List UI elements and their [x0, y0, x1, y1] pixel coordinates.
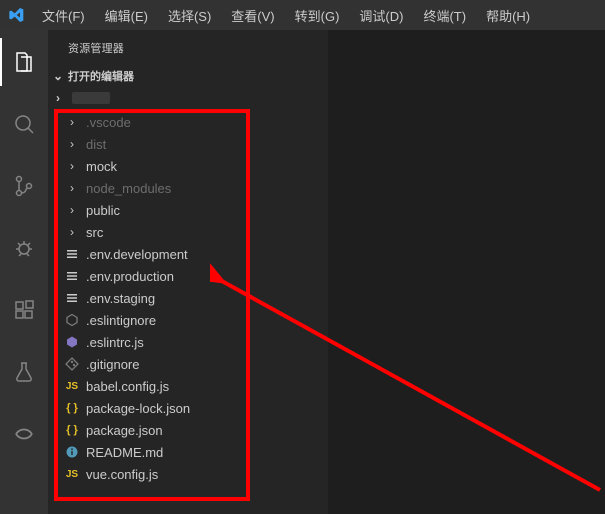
- folder-icon: ›: [64, 202, 80, 218]
- sidebar-title: 资源管理器: [48, 30, 328, 65]
- tree-item-label: package.json: [86, 423, 163, 438]
- tree-item-label: public: [86, 203, 120, 218]
- project-name-redacted: [72, 92, 110, 104]
- menu-go[interactable]: 转到(G): [287, 0, 348, 30]
- vscode-logo-icon: [8, 7, 24, 23]
- tree-item-label: src: [86, 225, 103, 240]
- tree-item-label: README.md: [86, 445, 163, 460]
- tree-item-label: dist: [86, 137, 106, 152]
- tree-row[interactable]: › mock: [48, 155, 328, 177]
- tree-item-label: .eslintrc.js: [86, 335, 144, 350]
- sidebar: 资源管理器 ⌄ 打开的编辑器 › › .vscode › dist › mock › node…: [48, 30, 328, 514]
- tree-row[interactable]: › src: [48, 221, 328, 243]
- titlebar: 文件(F) 编辑(E) 选择(S) 查看(V) 转到(G) 调试(D) 终端(T…: [0, 0, 605, 30]
- env-icon: [64, 290, 80, 306]
- tree-row[interactable]: .gitignore: [48, 353, 328, 375]
- git-icon: [64, 356, 80, 372]
- menu-view[interactable]: 查看(V): [223, 0, 282, 30]
- tree-row[interactable]: { } package-lock.json: [48, 397, 328, 419]
- editor-area: [328, 30, 605, 514]
- tree-row[interactable]: JS vue.config.js: [48, 463, 328, 485]
- menu-help[interactable]: 帮助(H): [478, 0, 538, 30]
- folder-icon: ›: [64, 114, 80, 130]
- folder-icon: ›: [64, 158, 80, 174]
- tree-row[interactable]: › .vscode: [48, 111, 328, 133]
- testing-icon[interactable]: [0, 348, 48, 396]
- info-icon: [64, 444, 80, 460]
- file-tree: › .vscode › dist › mock › node_modules › public › s…: [48, 109, 328, 514]
- tree-row[interactable]: › node_modules: [48, 177, 328, 199]
- tree-item-label: babel.config.js: [86, 379, 169, 394]
- tree-item-label: .vscode: [86, 115, 131, 130]
- source-control-icon[interactable]: [0, 162, 48, 210]
- section-project-root[interactable]: ›: [48, 87, 328, 109]
- extensions-icon[interactable]: [0, 286, 48, 334]
- section-open-editors[interactable]: ⌄ 打开的编辑器: [48, 65, 328, 87]
- tree-item-label: .env.production: [86, 269, 174, 284]
- menu-debug[interactable]: 调试(D): [351, 0, 411, 30]
- tree-item-label: .gitignore: [86, 357, 139, 372]
- tree-row[interactable]: .env.production: [48, 265, 328, 287]
- tree-item-label: .eslintignore: [86, 313, 156, 328]
- eslintignore-icon: [64, 312, 80, 328]
- tree-row[interactable]: .env.development: [48, 243, 328, 265]
- json-icon: { }: [64, 400, 80, 416]
- tree-row[interactable]: .eslintignore: [48, 309, 328, 331]
- activity-bar: [0, 30, 48, 514]
- tree-row[interactable]: { } package.json: [48, 419, 328, 441]
- menu-select[interactable]: 选择(S): [160, 0, 219, 30]
- menu-file[interactable]: 文件(F): [34, 0, 93, 30]
- js-icon: JS: [64, 378, 80, 394]
- tree-row[interactable]: › dist: [48, 133, 328, 155]
- explorer-icon[interactable]: [0, 38, 48, 86]
- tree-row[interactable]: JS babel.config.js: [48, 375, 328, 397]
- chevron-right-icon: ›: [52, 91, 64, 105]
- remote-icon[interactable]: [0, 410, 48, 458]
- tree-row[interactable]: README.md: [48, 441, 328, 463]
- folder-icon: ›: [64, 224, 80, 240]
- tree-item-label: mock: [86, 159, 117, 174]
- env-icon: [64, 268, 80, 284]
- debug-icon[interactable]: [0, 224, 48, 272]
- tree-item-label: .env.staging: [86, 291, 155, 306]
- env-icon: [64, 246, 80, 262]
- tree-row[interactable]: .env.staging: [48, 287, 328, 309]
- tree-item-label: vue.config.js: [86, 467, 158, 482]
- json-icon: { }: [64, 422, 80, 438]
- open-editors-label: 打开的编辑器: [68, 68, 134, 84]
- menu-edit[interactable]: 编辑(E): [97, 0, 156, 30]
- folder-icon: ›: [64, 180, 80, 196]
- tree-row[interactable]: .eslintrc.js: [48, 331, 328, 353]
- js-icon: JS: [64, 466, 80, 482]
- chevron-down-icon: ⌄: [52, 69, 64, 83]
- search-icon[interactable]: [0, 100, 48, 148]
- tree-item-label: package-lock.json: [86, 401, 190, 416]
- folder-icon: ›: [64, 136, 80, 152]
- tree-item-label: node_modules: [86, 181, 171, 196]
- tree-row[interactable]: › public: [48, 199, 328, 221]
- eslint-icon: [64, 334, 80, 350]
- menu-terminal[interactable]: 终端(T): [415, 0, 474, 30]
- tree-item-label: .env.development: [86, 247, 188, 262]
